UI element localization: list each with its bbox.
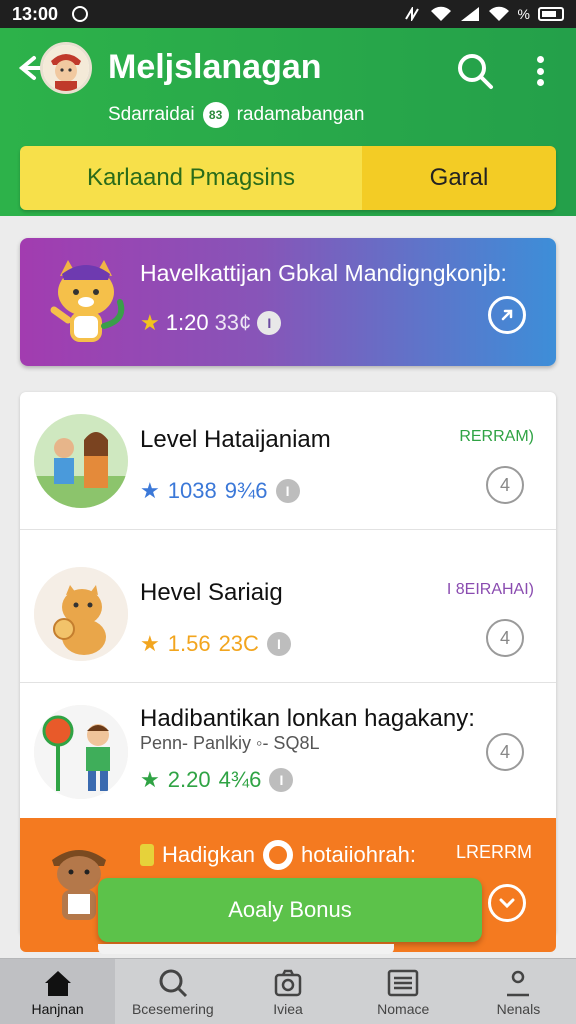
app-avatar[interactable] <box>40 42 92 94</box>
profile-icon <box>501 967 535 999</box>
nav-item-home[interactable]: Hanjnan <box>0 959 116 1024</box>
featured-rating: ★ 1:20 33¢ I <box>140 310 282 336</box>
fox-mascot-icon <box>50 260 125 342</box>
star-icon: ★ <box>140 767 160 792</box>
tab-bar: Karlaand Pmagsins Garal <box>20 146 556 210</box>
lifebuoy-icon <box>262 840 293 870</box>
nav-item-profile[interactable]: Nenals <box>461 959 576 1024</box>
star-icon: ★ <box>140 478 160 503</box>
list-item-action-icon[interactable]: 4 <box>486 733 524 771</box>
list-item-tag: RERRAM) <box>459 428 534 445</box>
info-icon[interactable]: I <box>269 768 294 792</box>
nav-label: Bcesemering <box>131 1000 214 1017</box>
page-title: Meljslanagan <box>108 48 322 86</box>
subtitle-badge: 83 <box>202 102 229 128</box>
search-icon <box>156 967 190 999</box>
tab-garal[interactable]: Garal <box>362 146 556 210</box>
status-bar: 13:00 % <box>0 0 576 28</box>
star-icon: ★ <box>140 631 160 656</box>
list-item-title: Level Hataijaniam <box>140 426 331 453</box>
boy-sign-illustration-icon <box>34 705 128 799</box>
bottom-nav: Hanjnan Bcesemering Iviea Nomace Nenals <box>0 958 576 1024</box>
hamster-illustration-icon <box>34 567 128 661</box>
battery-text: % <box>517 6 530 22</box>
featured-title: Havelkattijan Gbkal Mandigngkonjb: <box>140 260 507 286</box>
promo-underlay <box>98 944 394 954</box>
info-icon[interactable]: I <box>275 479 300 503</box>
wifi-secondary-icon <box>488 6 509 21</box>
list-item[interactable]: Hadibantikan lonkan hagakany: Penn- Panl… <box>20 683 556 821</box>
level-thumbnail <box>34 705 128 799</box>
notification-icon <box>72 6 89 22</box>
featured-rating-extra: 33¢ <box>214 310 252 335</box>
info-icon[interactable]: I <box>257 311 282 335</box>
featured-card[interactable]: Havelkattijan Gbkal Mandigngkonjb: ★ 1:2… <box>20 238 556 366</box>
status-icons: % <box>404 6 564 22</box>
promo-title-text: Hadigkan <box>162 842 255 867</box>
status-time: 13:00 <box>12 3 59 24</box>
subtitle-suffix: radamabangan <box>236 104 365 125</box>
promo-title: Hadigkan hotaiiohrah: <box>140 840 416 870</box>
rating-extra: 4¾6 <box>218 767 262 792</box>
list-item-action-icon[interactable]: 4 <box>486 619 524 657</box>
promo-title-suffix: hotaiiohrah: <box>300 842 416 867</box>
rating-value: 2.20 <box>167 767 211 792</box>
search-icon[interactable] <box>456 52 494 90</box>
featured-rating-value: 1:20 <box>165 310 209 335</box>
list-item-rating: ★ 1.56 23C I <box>140 631 291 657</box>
star-icon: ★ <box>140 310 160 335</box>
list-item[interactable]: Hevel Sariaig I 8EIRAHAI) ★ 1.56 23C I 4 <box>20 545 556 683</box>
mascot-icon <box>43 45 89 91</box>
rating-extra: 23C <box>218 631 259 656</box>
level-thumbnail <box>34 414 128 508</box>
rating-value: 1038 <box>167 478 217 503</box>
list-item-rating: ★ 1038 9¾6 I <box>140 478 300 504</box>
rating-extra: 9¾6 <box>224 478 268 503</box>
info-icon[interactable]: I <box>266 632 291 656</box>
list-item[interactable]: Level Hataijaniam RERRAM) ★ 1038 9¾6 I 4 <box>20 392 556 530</box>
nav-item-search[interactable]: Bcesemering <box>115 959 230 1024</box>
level-thumbnail <box>34 567 128 661</box>
nav-item-camera[interactable]: Iviea <box>230 959 345 1024</box>
list-item-title: Hevel Sariaig <box>140 579 283 606</box>
nav-item-list[interactable]: Nomace <box>346 959 461 1024</box>
apply-bonus-button[interactable]: Aoaly Bonus <box>98 878 482 942</box>
list-item-title: Hadibantikan lonkan hagakany: <box>140 705 475 732</box>
signal-icon <box>460 7 479 21</box>
subtitle-text: Sdarraidai <box>108 104 195 125</box>
chevron-down-icon[interactable] <box>488 884 526 922</box>
tab-karlaand[interactable]: Karlaand Pmagsins <box>20 146 362 210</box>
bonus-jar-icon <box>140 844 154 866</box>
list-item-action-icon[interactable]: 4 <box>486 466 524 504</box>
rating-value: 1.56 <box>167 631 211 656</box>
list-icon <box>386 967 420 999</box>
promo-tag: LRERRM <box>455 842 532 862</box>
list-item-subtitle: Penn- Panlkiy ◦- SQ8L <box>140 733 320 753</box>
nav-label: Hanjnan <box>31 1000 84 1017</box>
page-subtitle: Sdarraidai 83 radamabangan <box>108 102 364 128</box>
app-bar: Meljslanagan Sdarraidai 83 radamabangan … <box>0 28 576 216</box>
list-item-rating: ★ 2.20 4¾6 I <box>140 767 294 793</box>
battery-icon <box>538 7 564 21</box>
home-icon <box>41 967 75 999</box>
nav-label: Iviea <box>273 1000 303 1017</box>
nav-label: Nomace <box>377 1000 430 1017</box>
camera-icon <box>271 967 305 999</box>
wifi-icon <box>430 6 451 21</box>
people-illustration-icon <box>34 414 128 508</box>
nfc-icon <box>404 7 419 21</box>
more-options-icon[interactable] <box>530 52 550 90</box>
nav-label: Nenals <box>496 1000 541 1017</box>
open-arrow-icon[interactable] <box>488 296 526 334</box>
list-item-tag: I 8EIRAHAI) <box>446 581 534 598</box>
